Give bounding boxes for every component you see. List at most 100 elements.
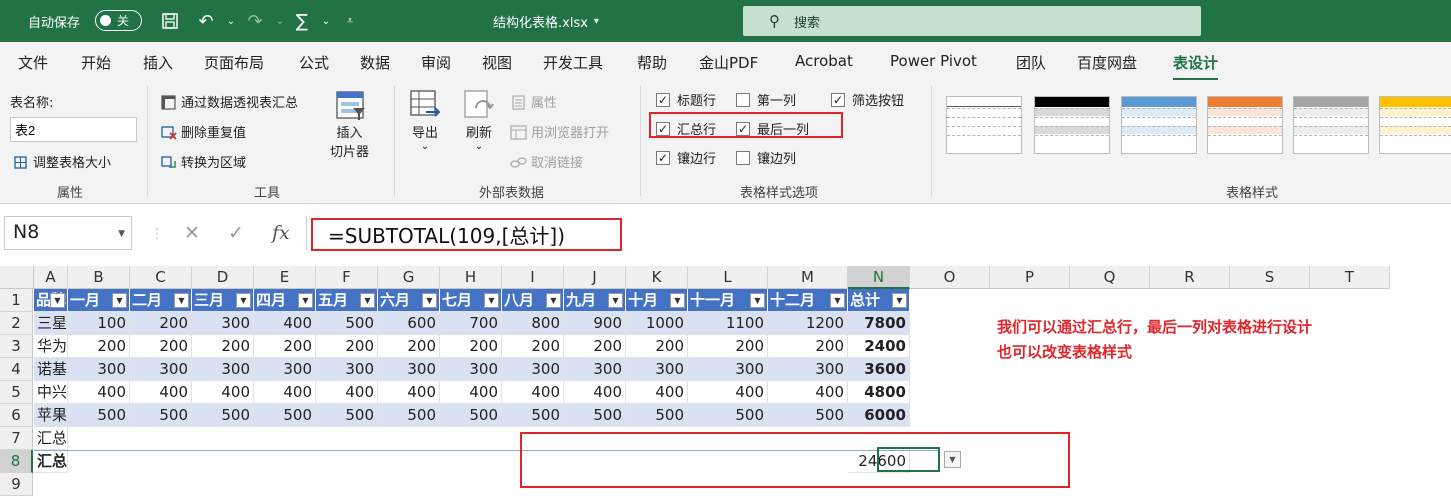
row-header-5[interactable]: 5 — [0, 381, 33, 404]
table-style-thumb-2[interactable] — [1034, 96, 1110, 154]
table-header-cell[interactable]: 十一月 ▼ — [688, 289, 768, 312]
value-cell[interactable]: 200 — [130, 312, 192, 335]
file-name[interactable]: 结构化表格.xlsx ▾ — [493, 0, 599, 42]
row-header-4[interactable]: 4 — [0, 358, 33, 381]
undo-dropdown-icon[interactable]: ⌄ — [219, 9, 243, 33]
value-cell[interactable]: 300 — [688, 358, 768, 381]
value-cell[interactable]: 300 — [254, 358, 316, 381]
value-cell[interactable]: 500 — [564, 404, 626, 427]
first-column-checkbox[interactable]: 第一列 — [736, 90, 796, 109]
value-cell[interactable]: 400 — [626, 381, 688, 404]
row-header-6[interactable]: 6 — [0, 404, 33, 427]
column-header-s[interactable]: S — [1230, 266, 1310, 289]
table-header-cell[interactable]: 一月 ▼ — [68, 289, 130, 312]
external-properties-button[interactable]: 属性 — [510, 92, 557, 111]
column-header-i[interactable]: I — [502, 266, 564, 289]
save-icon[interactable] — [158, 9, 182, 33]
value-cell[interactable]: 6000 — [848, 404, 910, 427]
remove-duplicates-button[interactable]: 删除重复值 — [160, 122, 246, 141]
tab-page-layout[interactable]: 页面布局 — [204, 52, 264, 73]
table-style-thumb-1[interactable] — [946, 96, 1022, 154]
search-box[interactable]: ⚲ 搜索 — [743, 6, 1201, 36]
value-cell[interactable]: 400 — [440, 381, 502, 404]
value-cell[interactable]: 300 — [440, 358, 502, 381]
value-cell[interactable]: 400 — [502, 381, 564, 404]
tab-review[interactable]: 审阅 — [421, 52, 451, 73]
summarize-pivot-button[interactable]: 通过数据透视表汇总 — [160, 92, 298, 111]
filter-dropdown-icon[interactable]: ▼ — [50, 293, 65, 308]
value-cell[interactable]: 200 — [378, 335, 440, 358]
value-cell[interactable]: 300 — [768, 358, 848, 381]
tab-team[interactable]: 团队 — [1016, 52, 1046, 73]
name-box[interactable]: N8 ▼ — [4, 216, 132, 250]
brand-cell[interactable]: 中兴 — [34, 381, 68, 404]
value-cell[interactable]: 500 — [316, 404, 378, 427]
table-header-cell[interactable]: 五月 ▼ — [316, 289, 378, 312]
column-header-p[interactable]: P — [990, 266, 1070, 289]
filter-dropdown-icon[interactable]: ▼ — [236, 293, 251, 308]
filter-dropdown-icon[interactable]: ▼ — [546, 293, 561, 308]
value-cell[interactable]: 400 — [254, 381, 316, 404]
value-cell[interactable]: 200 — [192, 335, 254, 358]
value-cell[interactable]: 200 — [564, 335, 626, 358]
name-box-dropdown-icon[interactable]: ▼ — [118, 229, 125, 239]
filter-dropdown-icon[interactable]: ▼ — [892, 293, 907, 308]
value-cell[interactable]: 700 — [440, 312, 502, 335]
row-header-1[interactable]: 1 — [0, 289, 33, 312]
value-cell[interactable]: 300 — [68, 358, 130, 381]
value-cell[interactable]: 500 — [688, 404, 768, 427]
filter-dropdown-icon[interactable]: ▼ — [750, 293, 765, 308]
value-cell[interactable]: 3600 — [848, 358, 910, 381]
row7-label-cell[interactable]: 汇总 — [34, 427, 68, 450]
insert-function-icon[interactable]: fx — [272, 222, 290, 244]
row-header-7[interactable]: 7 — [0, 427, 33, 450]
select-all-corner[interactable] — [0, 266, 34, 289]
table-name-input[interactable] — [10, 117, 137, 142]
table-header-cell[interactable]: 七月 ▼ — [440, 289, 502, 312]
refresh-button[interactable]: 刷新 ⌄ — [462, 88, 496, 152]
filter-dropdown-icon[interactable]: ▼ — [608, 293, 623, 308]
value-cell[interactable]: 500 — [626, 404, 688, 427]
sum-icon[interactable]: ∑ — [290, 9, 314, 33]
value-cell[interactable]: 300 — [378, 358, 440, 381]
tab-file[interactable]: 文件 — [18, 52, 48, 73]
table-style-thumb-5[interactable] — [1293, 96, 1369, 154]
brand-cell[interactable]: 苹果 — [34, 404, 68, 427]
sum-dropdown-icon[interactable]: ⌄ — [314, 9, 338, 33]
value-cell[interactable]: 500 — [130, 404, 192, 427]
value-cell[interactable]: 200 — [626, 335, 688, 358]
enter-icon[interactable]: ✓ — [228, 222, 244, 244]
column-header-c[interactable]: C — [130, 266, 192, 289]
tab-home[interactable]: 开始 — [81, 52, 111, 73]
value-cell[interactable]: 500 — [378, 404, 440, 427]
tab-help[interactable]: 帮助 — [637, 52, 667, 73]
value-cell[interactable]: 200 — [316, 335, 378, 358]
customize-toolbar-icon[interactable]: ⩡ — [338, 9, 362, 33]
cancel-icon[interactable]: ✕ — [184, 222, 200, 244]
filter-button-checkbox[interactable]: ✓ 筛选按钮 — [831, 90, 904, 109]
table-header-cell[interactable]: 二月 ▼ — [130, 289, 192, 312]
brand-cell[interactable]: 三星 — [34, 312, 68, 335]
row-header-9[interactable]: 9 — [0, 473, 33, 496]
value-cell[interactable]: 400 — [378, 381, 440, 404]
brand-cell[interactable]: 华为 — [34, 335, 68, 358]
column-header-l[interactable]: L — [688, 266, 768, 289]
row-header-2[interactable]: 2 — [0, 312, 33, 335]
column-header-d[interactable]: D — [192, 266, 254, 289]
value-cell[interactable]: 300 — [502, 358, 564, 381]
redo-icon[interactable]: ↷ — [243, 9, 267, 33]
tab-formulas[interactable]: 公式 — [299, 52, 329, 73]
column-header-q[interactable]: Q — [1070, 266, 1150, 289]
tab-baidu-netdisk[interactable]: 百度网盘 — [1077, 52, 1137, 73]
value-cell[interactable]: 200 — [502, 335, 564, 358]
value-cell[interactable]: 500 — [192, 404, 254, 427]
export-button[interactable]: 导出 ⌄ — [408, 88, 442, 152]
tab-insert[interactable]: 插入 — [143, 52, 173, 73]
table-header-cell[interactable]: 四月 ▼ — [254, 289, 316, 312]
value-cell[interactable]: 1100 — [688, 312, 768, 335]
column-header-j[interactable]: J — [564, 266, 626, 289]
value-cell[interactable]: 1200 — [768, 312, 848, 335]
banded-rows-checkbox[interactable]: ✓ 镶边行 — [656, 148, 716, 167]
formula-bar-handle-icon[interactable]: ⋮ — [150, 226, 164, 242]
value-cell[interactable]: 400 — [564, 381, 626, 404]
